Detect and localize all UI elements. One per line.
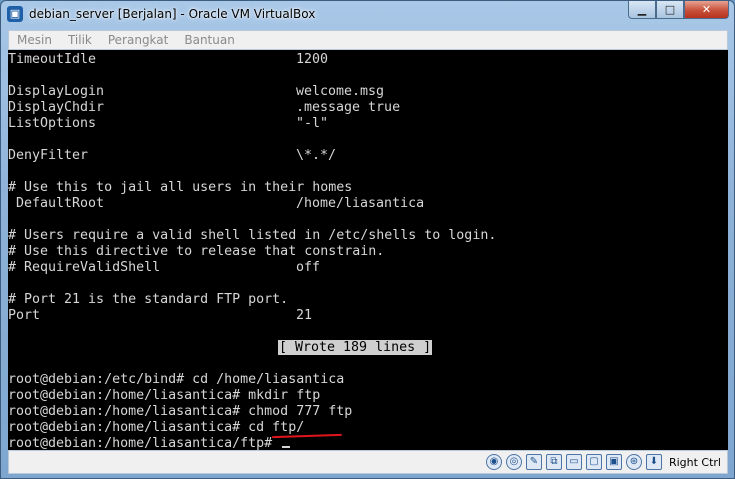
terminal-line-value: .message true	[296, 100, 401, 115]
terminal-line-value: \*.*/	[296, 148, 337, 163]
terminal-line-text: # Use this to jail all users in their ho…	[8, 180, 353, 195]
terminal-line-text: Port	[8, 308, 41, 323]
menu-mesin[interactable]: Mesin	[9, 33, 60, 47]
terminal-line-text: # RequireValidShell	[8, 260, 161, 275]
terminal-line: # Port 21 is the standard FTP port.	[8, 292, 288, 308]
terminal-line-text: # Users require a valid shell listed in …	[8, 228, 497, 243]
virtualbox-app-icon: ▣	[7, 6, 23, 22]
terminal-line: root@debian:/home/liasantica# cd ftp/	[8, 420, 304, 436]
minimize-icon: ▁	[637, 3, 647, 16]
terminal-line: DenyFilter \*.*/	[8, 148, 336, 164]
maximize-button[interactable]: □	[656, 1, 684, 19]
terminal-line-value: welcome.msg	[296, 84, 385, 99]
display-icon[interactable]: ▢	[585, 454, 602, 470]
optical-drive-icon[interactable]: ◎	[505, 454, 522, 470]
menu-perangkat[interactable]: Perangkat	[100, 33, 177, 47]
virtualbox-window: ▣ debian_server [Berjalan] - Oracle VM V…	[0, 0, 735, 479]
vm-console-screen[interactable]: [ Wrote 189 lines ] TimeoutIdle 1200 Displ…	[8, 50, 728, 450]
terminal-cursor	[282, 446, 291, 448]
terminal-line: Port 21	[8, 308, 312, 324]
terminal-line-text: TimeoutIdle	[8, 52, 97, 67]
terminal-line: # Use this directive to release that con…	[8, 244, 384, 260]
minimize-button[interactable]: ▁	[628, 1, 656, 19]
terminal-line: ListOptions "-l"	[8, 116, 328, 132]
terminal-line: root@debian:/etc/bind# cd /home/liasanti…	[8, 372, 344, 388]
terminal-line-text: # Use this directive to release that con…	[8, 244, 385, 259]
terminal-line: DisplayLogin welcome.msg	[8, 84, 384, 100]
terminal-line-value: 21	[296, 308, 313, 323]
video-capture-icon[interactable]: ▣	[605, 454, 622, 470]
close-button[interactable]: ✕	[684, 1, 729, 19]
terminal-line-value: off	[296, 260, 321, 275]
terminal-line-text: root@debian:/home/liasantica# chmod 777 …	[8, 404, 353, 419]
mouse-integration-icon[interactable]: ⬇	[645, 454, 662, 470]
network-icon[interactable]: ⧉	[545, 454, 562, 470]
window-controls: ▁ □ ✕	[628, 1, 729, 20]
terminal-line-text: DisplayLogin	[8, 84, 105, 99]
terminal-line-text: root@debian:/home/liasantica/ftp#	[8, 436, 281, 450]
terminal-line-value: "-l"	[296, 116, 329, 131]
terminal-line: # RequireValidShell off	[8, 260, 320, 276]
shared-folder-icon[interactable]: ▭	[565, 454, 582, 470]
terminal-line: TimeoutIdle 1200	[8, 52, 328, 68]
terminal-line: root@debian:/home/liasantica# chmod 777 …	[8, 404, 352, 420]
title-bar[interactable]: ▣ debian_server [Berjalan] - Oracle VM V…	[1, 1, 734, 29]
terminal-line-value: /home/liasantica	[296, 196, 425, 211]
maximize-icon: □	[664, 3, 676, 16]
terminal-line-text: root@debian:/home/liasantica# cd ftp/	[8, 420, 305, 435]
hard-disk-icon[interactable]: ◉	[485, 454, 502, 470]
virtualization-icon[interactable]: ⊛	[625, 454, 642, 470]
menu-tilik[interactable]: Tilik	[60, 33, 100, 47]
terminal-line: # Use this to jail all users in their ho…	[8, 180, 352, 196]
terminal-line: root@debian:/home/liasantica# mkdir ftp	[8, 388, 320, 404]
terminal-line-text: ListOptions	[8, 116, 97, 131]
terminal-line-text: DisplayChdir	[8, 100, 105, 115]
menu-bantuan[interactable]: Bantuan	[176, 33, 242, 47]
terminal-line-text: # Port 21 is the standard FTP port.	[8, 292, 289, 307]
terminal-line: DefaultRoot/home/liasantica	[8, 196, 424, 212]
terminal-line-text: root@debian:/home/liasantica# mkdir ftp	[8, 388, 321, 403]
terminal-line: root@debian:/home/liasantica/ftp#	[8, 436, 291, 450]
nano-status-banner: [ Wrote 189 lines ]	[278, 340, 433, 355]
terminal-line: # Users require a valid shell listed in …	[8, 228, 496, 244]
terminal-line-text: DenyFilter	[8, 148, 89, 163]
terminal-line-text: DefaultRoot	[8, 196, 105, 211]
usb-icon[interactable]: ✎	[525, 454, 542, 470]
window-title: debian_server [Berjalan] - Oracle VM Vir…	[29, 7, 316, 21]
terminal-line: DisplayChdir .message true	[8, 100, 400, 116]
host-key-label: Right Ctrl	[668, 455, 721, 469]
status-bar: ◉ ◎ ✎ ⧉ ▭ ▢ ▣ ⊛ ⬇ Right Ctrl	[8, 450, 728, 474]
terminal-line-text: root@debian:/etc/bind# cd /home/liasanti…	[8, 372, 345, 387]
terminal-line-value: 1200	[296, 52, 329, 67]
close-icon: ✕	[701, 3, 712, 16]
menu-bar: Mesin Tilik Perangkat Bantuan	[8, 30, 728, 50]
